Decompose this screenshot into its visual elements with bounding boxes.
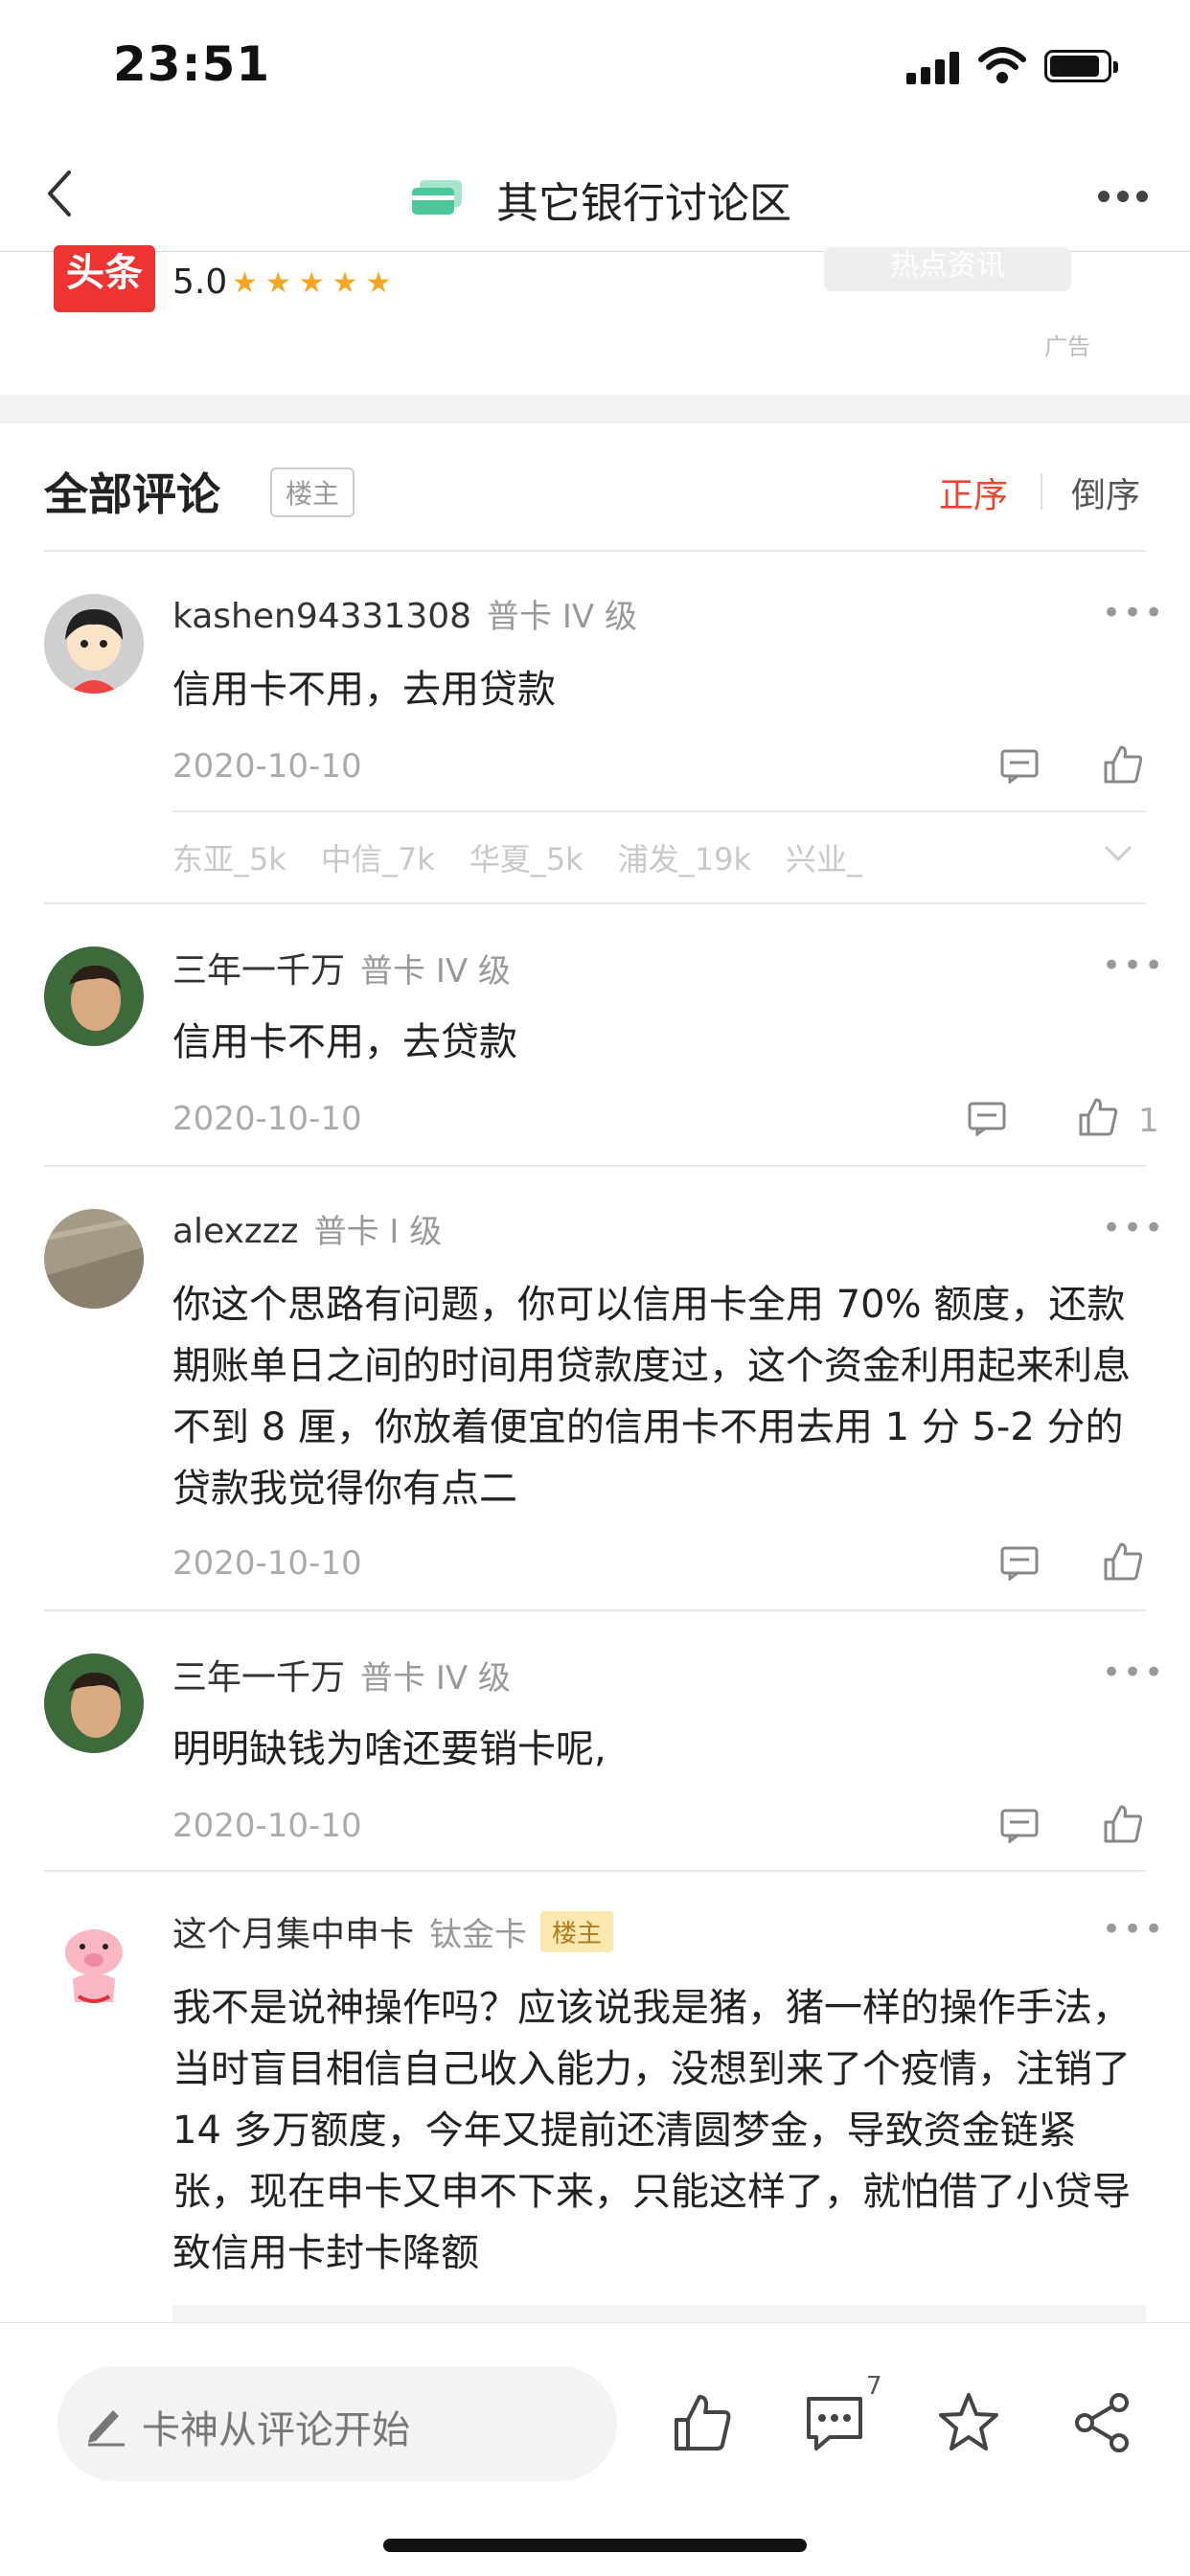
comment-count: 7	[866, 2372, 882, 2401]
comment-text: 我不是说神操作吗？应该说我是猪，猪一样的操作手法，当时盲目相信自己收入能力，没想…	[172, 1986, 1131, 2275]
like-icon[interactable]	[671, 2391, 734, 2454]
card-tag: 东亚_5k	[172, 841, 286, 878]
ad-rating-stars: ★★★★★	[232, 266, 400, 300]
avatar[interactable]	[44, 946, 144, 1046]
reply-preview-box	[172, 2305, 1146, 2322]
comments-title: 全部评论	[44, 468, 220, 520]
comment-more-icon[interactable]: •••	[1102, 946, 1165, 985]
ad-label: 广告	[1044, 333, 1090, 360]
comment-more-icon[interactable]: •••	[1102, 1209, 1165, 1247]
user-level: 普卡 IV 级	[487, 598, 637, 636]
divider	[44, 550, 1146, 552]
battery-icon	[1044, 50, 1118, 82]
share-icon[interactable]	[1071, 2391, 1134, 2454]
like-icon[interactable]	[1102, 743, 1144, 786]
home-indicator[interactable]	[383, 2539, 807, 2552]
divider	[44, 902, 1146, 904]
card-tag: 浦发_19k	[617, 841, 751, 878]
cellular-signal-icon	[906, 52, 960, 84]
comment-date: 2020-10-10	[172, 1544, 362, 1583]
comment-more-icon[interactable]: •••	[1102, 1910, 1165, 1949]
comment-header: 三年一千万 普卡 IV 级	[172, 943, 511, 992]
wifi-icon	[978, 47, 1026, 83]
host-badge: 楼主	[540, 1911, 614, 1952]
host-only-filter[interactable]: 楼主	[270, 467, 355, 517]
like-icon[interactable]	[1102, 1540, 1144, 1583]
ad-rating: 5.0	[172, 262, 228, 302]
comment-input-placeholder: 卡神从评论开始	[142, 2408, 410, 2452]
sort-descending-tab[interactable]: 倒序	[1071, 467, 1140, 517]
divider	[44, 1609, 1146, 1611]
sort-divider	[1041, 473, 1042, 510]
reply-icon[interactable]	[968, 1102, 1006, 1136]
comment-header: 三年一千万 普卡 IV 级	[172, 1650, 511, 1699]
avatar[interactable]	[44, 1209, 144, 1309]
user-level: 普卡 IV 级	[360, 952, 511, 991]
comment-header: 这个月集中申卡 钛金卡 楼主	[172, 1906, 614, 1956]
forum-card-icon	[412, 180, 462, 215]
user-level: 普卡 I 级	[313, 1213, 443, 1251]
ad-app-logo[interactable]: 头条	[54, 245, 155, 312]
comment-date: 2020-10-10	[172, 747, 362, 786]
pen-icon	[88, 2410, 125, 2447]
divider	[44, 1165, 1146, 1167]
user-card-tags: 东亚_5k 中信_7k 华夏_5k 浦发_19k 兴业_	[172, 835, 1092, 879]
comment-more-icon[interactable]: •••	[1102, 594, 1165, 632]
more-options-icon[interactable]	[1098, 188, 1156, 206]
avatar[interactable]	[44, 594, 144, 694]
status-time: 23:51	[113, 36, 271, 92]
comment-date: 2020-10-10	[172, 1100, 362, 1138]
sort-ascending-tab[interactable]: 正序	[939, 467, 1008, 517]
like-count: 1	[1138, 1102, 1159, 1140]
comment-username[interactable]: kashen94331308	[172, 597, 471, 636]
comment-date: 2020-10-10	[172, 1807, 362, 1845]
divider	[44, 1870, 1146, 1872]
reply-icon[interactable]	[1000, 1546, 1039, 1581]
ad-download-button[interactable]: 热点资讯	[824, 247, 1071, 291]
user-level: 钛金卡	[429, 1916, 528, 1954]
comment-username[interactable]: 三年一千万	[172, 951, 345, 991]
divider	[172, 810, 1146, 812]
reply-icon[interactable]	[1000, 749, 1039, 784]
avatar[interactable]	[44, 1653, 144, 1753]
comment-username[interactable]: alexzzz	[172, 1212, 299, 1251]
comment-header: kashen94331308 普卡 IV 级	[172, 590, 637, 637]
comment-text: 信用卡不用，去用贷款	[172, 668, 556, 712]
avatar[interactable]	[44, 1910, 144, 2010]
comment-more-icon[interactable]: •••	[1102, 1653, 1165, 1692]
card-tag: 中信_7k	[320, 841, 435, 878]
comment-icon[interactable]	[803, 2391, 866, 2454]
card-tag: 兴业_	[785, 841, 862, 878]
like-icon[interactable]	[1077, 1096, 1119, 1138]
card-tag: 华夏_5k	[469, 841, 584, 878]
back-icon[interactable]	[38, 165, 86, 222]
reply-icon[interactable]	[1000, 1809, 1039, 1843]
like-icon[interactable]	[1102, 1803, 1144, 1845]
comment-text: 信用卡不用，去贷款	[172, 1020, 517, 1064]
chevron-down-icon[interactable]	[1102, 843, 1134, 864]
comment-text: 明明缺钱为啥还要销卡呢,	[172, 1727, 606, 1771]
page-title: 其它银行讨论区	[496, 179, 791, 228]
comment-header: alexzzz 普卡 I 级	[172, 1205, 442, 1252]
comment-username[interactable]: 三年一千万	[172, 1658, 345, 1698]
comment-text: 你这个思路有问题，你可以信用卡全用 70% 额度，还款期账单日之间的时间用贷款度…	[172, 1283, 1131, 1511]
user-level: 普卡 IV 级	[360, 1659, 511, 1698]
comment-username[interactable]: 这个月集中申卡	[172, 1915, 414, 1954]
section-divider	[0, 395, 1190, 423]
star-icon[interactable]	[937, 2391, 1000, 2454]
